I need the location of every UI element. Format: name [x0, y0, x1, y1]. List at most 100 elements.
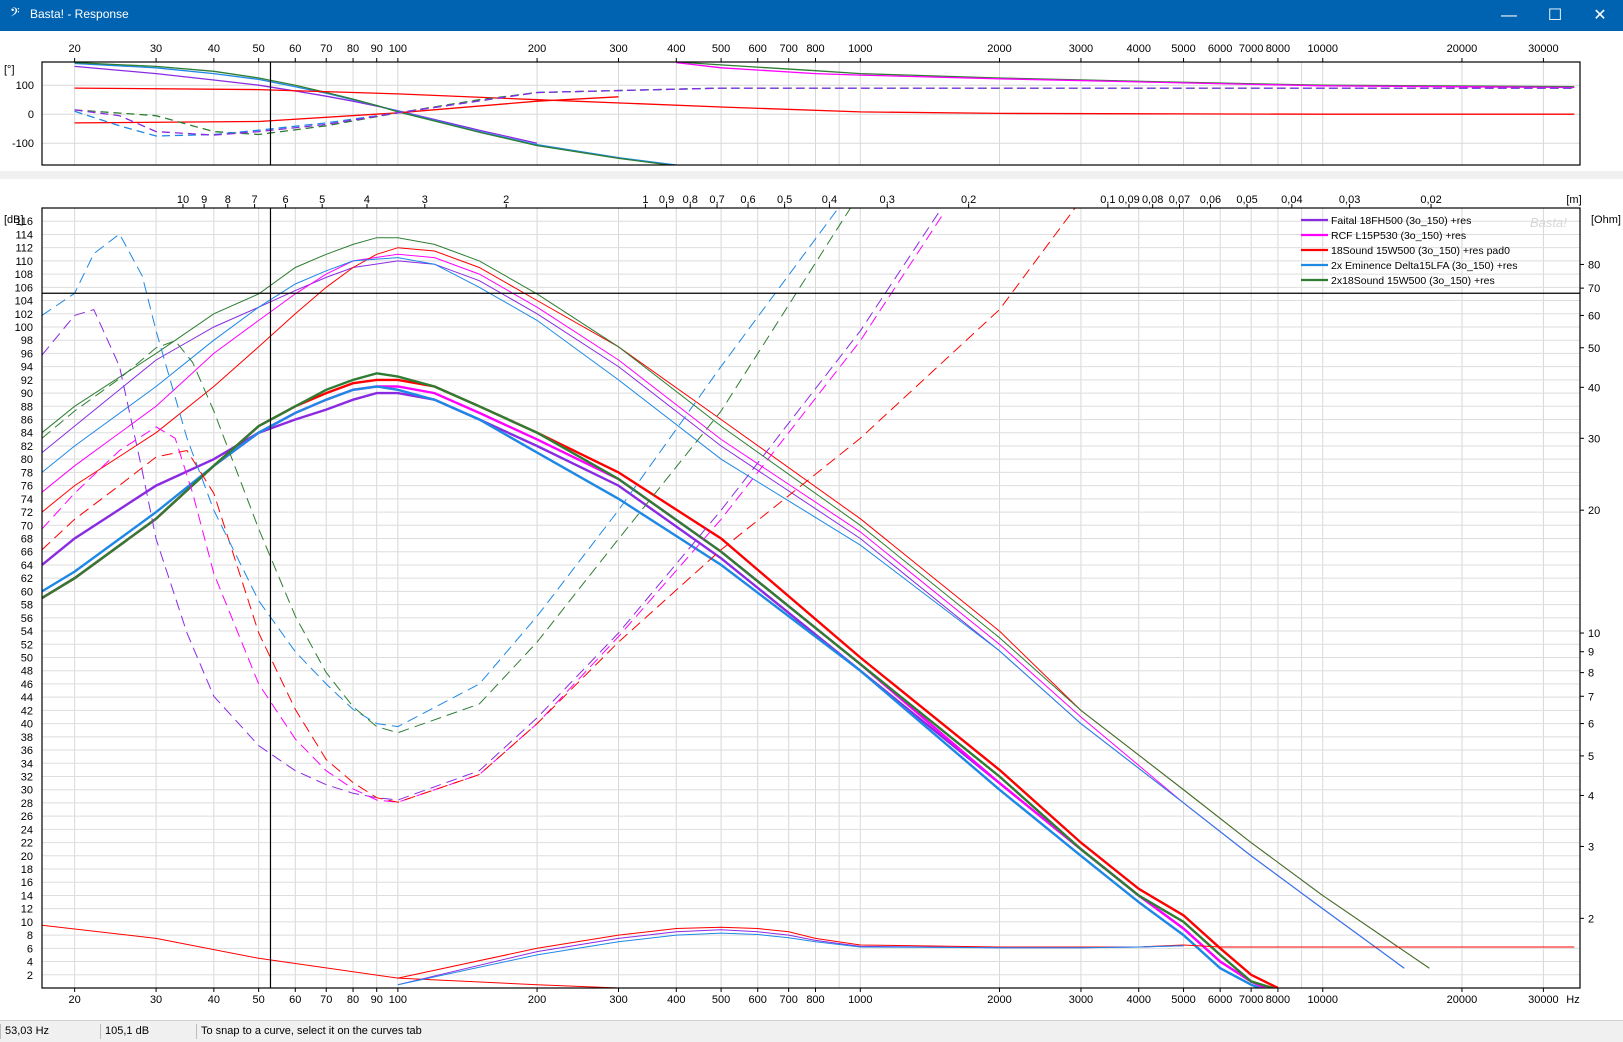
close-button[interactable]: ✕ [1577, 0, 1623, 31]
magnitude-y-tick-label: 88 [21, 401, 33, 413]
wavelength-axis-label: [m] [1566, 194, 1581, 206]
phase-panel[interactable]: 1000-10020 30 40 50 60 70 80 90 100 200 300 400 500 6… [0, 31, 1623, 179]
magnitude-y-tick-label: 86 [21, 415, 33, 427]
magnitude-y-tick-label: 62 [21, 573, 33, 585]
magnitude-y-tick-label: 2 [27, 970, 33, 982]
phase-x-tick-label: 20 [69, 43, 81, 55]
magnitude-y-tick-label: 56 [21, 613, 33, 625]
impedance-tick-label: 20 [1588, 505, 1600, 517]
phase-x-tick-label: 70 [320, 43, 332, 55]
phase-x-tick-label: 6000 [1208, 43, 1232, 55]
magnitude-x-tick-label: 4000 [1126, 994, 1150, 1006]
impedance-tick-label: 7 [1588, 691, 1594, 703]
magnitude-y-tick-label: 94 [21, 362, 33, 374]
impedance-tick-label: 2 [1588, 913, 1594, 925]
impedance-tick-label: 4 [1588, 790, 1594, 802]
magnitude-y-tick-label: 72 [21, 507, 33, 519]
wavelength-tick-label: 0,06 [1200, 194, 1221, 206]
magnitude-x-tick-label: 30 [150, 994, 162, 1006]
magnitude-x-tick-label: 200 [528, 994, 546, 1006]
magnitude-y-tick-label: 100 [15, 322, 33, 334]
legend-entry: Faital 18FH500 (3o_150) +res [1331, 215, 1471, 227]
phase-x-tick-label: 5000 [1171, 43, 1195, 55]
minimize-button[interactable]: — [1486, 0, 1532, 31]
magnitude-y-tick-label: 58 [21, 600, 33, 612]
magnitude-x-tick-label: 3000 [1069, 994, 1093, 1006]
magnitude-y-tick-label: 106 [15, 282, 33, 294]
phase-x-tick-label: 10000 [1307, 43, 1338, 55]
impedance-tick-label: 70 [1588, 283, 1600, 295]
phase-x-tick-label: 100 [389, 43, 407, 55]
wavelength-tick-label: 0,4 [822, 194, 837, 206]
frequency-unit-label: Hz [1566, 994, 1579, 1006]
magnitude-y-tick-label: 36 [21, 745, 33, 757]
impedance-tick-label: 30 [1588, 433, 1600, 445]
status-hint: To snap to a curve, select it on the cur… [196, 1024, 801, 1039]
wavelength-tick-label: 4 [364, 194, 370, 206]
wavelength-tick-label: 0,3 [880, 194, 895, 206]
phase-x-tick-label: 7000 [1239, 43, 1263, 55]
impedance-tick-label: 10 [1588, 628, 1600, 640]
impedance-tick-label: 8 [1588, 668, 1594, 680]
magnitude-x-tick-label: 800 [806, 994, 824, 1006]
magnitude-x-tick-label: 20 [69, 994, 81, 1006]
wavelength-tick-label: 0,08 [1142, 194, 1163, 206]
wavelength-tick-label: 0,04 [1281, 194, 1302, 206]
magnitude-y-tick-label: 46 [21, 679, 33, 691]
phase-x-tick-label: 800 [806, 43, 824, 55]
impedance-tick-label: 50 [1588, 343, 1600, 355]
phase-x-tick-label: 40 [208, 43, 220, 55]
wavelength-tick-label: 0,2 [961, 194, 976, 206]
magnitude-y-tick-label: 32 [21, 771, 33, 783]
phase-y-axis-label: [°] [4, 64, 15, 76]
wavelength-tick-label: 0,09 [1118, 194, 1139, 206]
magnitude-x-tick-label: 80 [347, 994, 359, 1006]
wavelength-tick-label: 0,05 [1236, 194, 1257, 206]
magnitude-y-tick-label: 74 [21, 494, 33, 506]
watermark: Basta! [1530, 215, 1567, 230]
phase-x-tick-label: 500 [712, 43, 730, 55]
wavelength-tick-label: 2 [503, 194, 509, 206]
impedance-tick-label: 6 [1588, 719, 1594, 731]
magnitude-y-tick-label: 96 [21, 348, 33, 360]
magnitude-y-tick-label: 12 [21, 904, 33, 916]
magnitude-y-tick-label: 90 [21, 388, 33, 400]
magnitude-y-tick-label: 108 [15, 269, 33, 281]
phase-y-tick-label: -100 [12, 138, 34, 150]
phase-x-tick-label: 2000 [987, 43, 1011, 55]
magnitude-x-tick-label: 5000 [1171, 994, 1195, 1006]
phase-x-tick-label: 700 [779, 43, 797, 55]
phase-x-tick-label: 80 [347, 43, 359, 55]
response-plot[interactable]: 1000-10020 30 40 50 60 70 80 90 100 200 300 400 500 6… [0, 31, 1623, 1020]
magnitude-y-tick-label: 112 [15, 243, 33, 255]
status-bar: 53,03 Hz 105,1 dB To snap to a curve, se… [0, 1020, 1623, 1042]
phase-x-tick-label: 3000 [1069, 43, 1093, 55]
wavelength-tick-label: 9 [201, 194, 207, 206]
impedance-tick-label: 3 [1588, 841, 1594, 853]
phase-x-tick-label: 90 [371, 43, 383, 55]
phase-x-tick-label: 4000 [1126, 43, 1150, 55]
magnitude-y-tick-label: 38 [21, 732, 33, 744]
phase-x-tick-label: 20000 [1447, 43, 1478, 55]
magnitude-x-tick-label: 20000 [1447, 994, 1478, 1006]
maximize-button[interactable]: ☐ [1532, 0, 1578, 31]
magnitude-y-tick-label: 78 [21, 467, 33, 479]
impedance-tick-label: 5 [1588, 751, 1594, 763]
magnitude-panel[interactable]: 2468101214161820222426283032343638404244… [0, 178, 1623, 1020]
magnitude-y-tick-label: 102 [15, 309, 33, 321]
wavelength-tick-label: 1 [642, 194, 648, 206]
wavelength-tick-label: 3 [422, 194, 428, 206]
impedance-tick-label: 60 [1588, 310, 1600, 322]
wavelength-tick-label: 8 [225, 194, 231, 206]
magnitude-x-tick-label: 600 [749, 994, 767, 1006]
magnitude-y-tick-label: 34 [21, 758, 33, 770]
phase-x-tick-label: 400 [667, 43, 685, 55]
magnitude-y-tick-label: 66 [21, 547, 33, 559]
magnitude-x-tick-label: 90 [371, 994, 383, 1006]
magnitude-y-tick-label: 80 [21, 454, 33, 466]
magnitude-y-tick-label: 4 [27, 957, 33, 969]
magnitude-x-tick-label: 7000 [1239, 994, 1263, 1006]
magnitude-x-tick-label: 30000 [1528, 994, 1559, 1006]
magnitude-y-tick-label: 64 [21, 560, 33, 572]
magnitude-y-tick-label: 68 [21, 534, 33, 546]
